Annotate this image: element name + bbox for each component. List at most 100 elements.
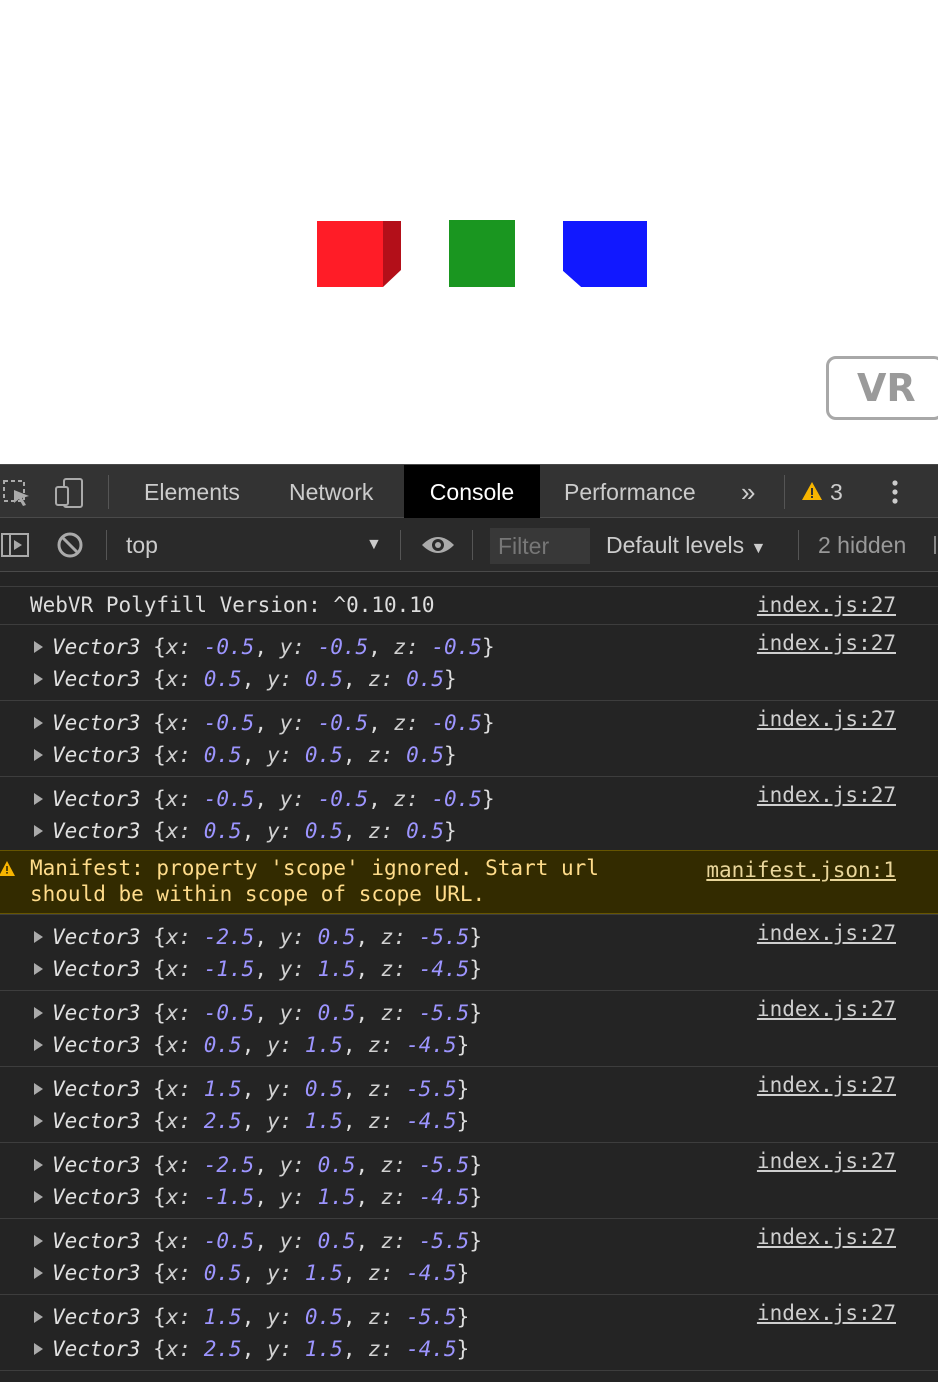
more-icon[interactable] [934, 536, 936, 554]
console-message[interactable]: Vector3 {x: -2.5, y: 0.5, z: -5.5} Vector… [0, 914, 938, 990]
log-levels-dropdown[interactable]: Default levels ▼ [606, 518, 766, 576]
source-link[interactable]: index.js:27 [757, 995, 896, 1023]
expand-triangle-icon[interactable] [34, 749, 43, 761]
blue-cube [563, 221, 647, 287]
expand-triangle-icon[interactable] [34, 1083, 43, 1095]
vector-z-value: 0.5 [406, 819, 445, 843]
source-link[interactable]: index.js:27 [757, 1299, 896, 1327]
expand-triangle-icon[interactable] [34, 717, 43, 729]
vector-entry: Vector3 {x: 1.5, y: 0.5, z: -5.5} [52, 1305, 470, 1329]
console-message[interactable]: Vector3 {x: 1.5, y: 0.5, z: -5.5} Vector3… [0, 1294, 938, 1370]
source-link[interactable]: manifest.json:1 [706, 856, 896, 884]
console-message[interactable]: Vector3 {x: -0.5, y: -0.5, z: -0.5} Vecto… [0, 776, 938, 852]
vector-x-value: -1.5 [203, 1185, 255, 1209]
red-cube [317, 221, 401, 287]
vector-entry: Vector3 {x: 0.5, y: 0.5, z: 0.5} [52, 743, 457, 767]
filter-input[interactable] [490, 528, 590, 564]
scene-canvas[interactable]: VR [0, 0, 938, 464]
kebab-menu-icon[interactable] [890, 478, 900, 508]
separator [106, 530, 107, 560]
expand-triangle-icon[interactable] [34, 1115, 43, 1127]
console-message[interactable]: Vector3 {x: -0.5, y: -0.5, z: -0.5} Vecto… [0, 700, 938, 776]
chevron-down-icon[interactable]: ▼ [366, 518, 382, 572]
console-messages[interactable]: WebVR Polyfill Version: ^0.10.10 index.j… [0, 572, 938, 1382]
vector-z-value: -5.5 [418, 1153, 470, 1177]
vector-entry: Vector3 {x: -2.5, y: 0.5, z: -5.5} [52, 925, 482, 949]
vector-label: Vector3 [52, 957, 141, 981]
separator [472, 530, 473, 560]
source-link[interactable]: index.js:27 [757, 1147, 896, 1175]
expand-triangle-icon[interactable] [34, 825, 43, 837]
vector-label: Vector3 [52, 1001, 141, 1025]
vector-y-value: -0.5 [317, 787, 369, 811]
expand-triangle-icon[interactable] [34, 1267, 43, 1279]
vector-label: Vector3 [52, 925, 141, 949]
console-message[interactable]: Vector3 {x: -2.5, y: 0.5, z: -5.5} Vector… [0, 1142, 938, 1218]
expand-triangle-icon[interactable] [34, 641, 43, 653]
eye-icon[interactable] [420, 533, 456, 557]
source-link[interactable]: index.js:27 [757, 705, 896, 733]
expand-triangle-icon[interactable] [34, 1311, 43, 1323]
vector-y-value: 1.5 [317, 957, 356, 981]
warning-count[interactable]: 3 [830, 465, 843, 518]
vector-label: Vector3 [52, 819, 141, 843]
source-link[interactable]: index.js:27 [757, 629, 896, 657]
warning-icon[interactable] [801, 481, 823, 501]
vector-label: Vector3 [52, 635, 141, 659]
vector-entry: Vector3 {x: -1.5, y: 1.5, z: -4.5} [52, 1185, 482, 1209]
expand-triangle-icon[interactable] [34, 1235, 43, 1247]
vector-label: Vector3 [52, 1305, 141, 1329]
vector-x-value: -0.5 [203, 787, 255, 811]
expand-triangle-icon[interactable] [34, 931, 43, 943]
vector-entry: Vector3 {x: -0.5, y: -0.5, z: -0.5} [52, 787, 495, 811]
console-message[interactable]: Vector3 {x: -0.5, y: -0.5, z: -0.5} Vecto… [0, 624, 938, 700]
expand-triangle-icon[interactable] [34, 963, 43, 975]
tab-elements[interactable]: Elements [144, 465, 240, 518]
source-link[interactable]: index.js:27 [757, 1071, 896, 1099]
console-message[interactable]: Vector3 {x: -0.5, y: 0.5, z: -5.5} Vector… [0, 1218, 938, 1294]
show-sidebar-icon[interactable] [0, 532, 30, 558]
tab-network[interactable]: Network [289, 465, 373, 518]
expand-triangle-icon[interactable] [34, 1191, 43, 1203]
expand-triangle-icon[interactable] [34, 1159, 43, 1171]
expand-triangle-icon[interactable] [34, 1039, 43, 1051]
vector-x-value: 0.5 [203, 743, 242, 767]
tab-performance[interactable]: Performance [564, 465, 696, 518]
expand-triangle-icon[interactable] [34, 1343, 43, 1355]
context-selector[interactable]: top [126, 518, 158, 572]
console-prompt[interactable] [0, 1370, 938, 1382]
source-link[interactable]: index.js:27 [757, 781, 896, 809]
tab-console[interactable]: Console [404, 465, 540, 518]
vector-x-value: 0.5 [203, 819, 242, 843]
warning-message[interactable]: Manifest: property 'scope' ignored. Star… [0, 850, 938, 914]
expand-triangle-icon[interactable] [34, 1007, 43, 1019]
device-toolbar-icon[interactable] [54, 477, 84, 509]
more-tabs-icon[interactable]: » [741, 465, 755, 518]
expand-triangle-icon[interactable] [34, 793, 43, 805]
source-link[interactable]: index.js:27 [757, 1223, 896, 1251]
source-link[interactable]: index.js:27 [757, 919, 896, 947]
console-message[interactable]: Vector3 {x: 1.5, y: 0.5, z: -5.5} Vector3… [0, 1066, 938, 1142]
expand-triangle-icon[interactable] [34, 673, 43, 685]
inspect-element-icon[interactable] [2, 479, 32, 507]
vector-x-value: 0.5 [203, 667, 242, 691]
vector-entry: Vector3 {x: 0.5, y: 0.5, z: 0.5} [52, 667, 457, 691]
vector-z-value: -4.5 [406, 1261, 457, 1285]
vector-label: Vector3 [52, 1337, 141, 1361]
vector-entry: Vector3 {x: 2.5, y: 1.5, z: -4.5} [52, 1109, 470, 1133]
source-link[interactable]: index.js:27 [757, 591, 896, 619]
vector-y-value: 0.5 [317, 1153, 356, 1177]
vector-entry: Vector3 {x: -1.5, y: 1.5, z: -4.5} [52, 957, 482, 981]
green-cube [449, 220, 515, 287]
vector-y-value: 1.5 [317, 1185, 356, 1209]
console-message[interactable]: Vector3 {x: -0.5, y: 0.5, z: -5.5} Vector… [0, 990, 938, 1066]
enter-vr-button[interactable]: VR [826, 356, 938, 420]
vector-x-value: 2.5 [203, 1109, 242, 1133]
vector-entry: Vector3 {x: -0.5, y: -0.5, z: -0.5} [52, 711, 495, 735]
truncated-message [0, 572, 938, 586]
clear-console-icon[interactable] [56, 531, 84, 559]
vector-entry: Vector3 {x: 0.5, y: 0.5, z: 0.5} [52, 819, 457, 843]
vector-y-value: 1.5 [304, 1261, 343, 1285]
vector-label: Vector3 [52, 1185, 141, 1209]
console-message[interactable]: WebVR Polyfill Version: ^0.10.10 index.j… [0, 586, 938, 624]
